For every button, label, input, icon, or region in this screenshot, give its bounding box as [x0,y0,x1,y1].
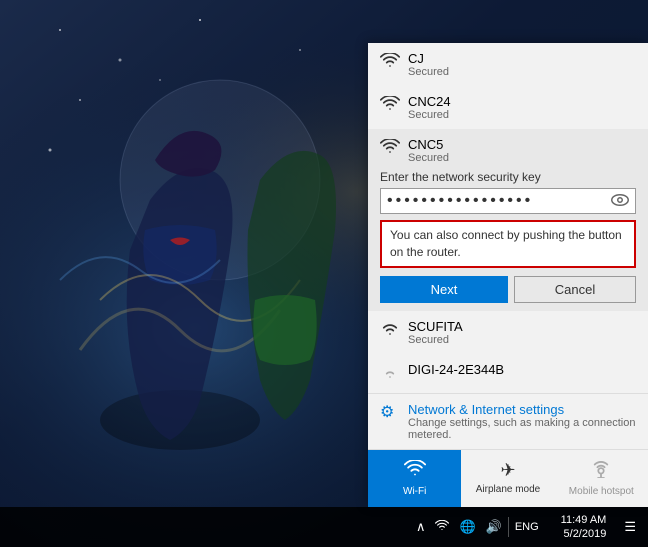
network-info-cnc24: CNC24 Secured [408,94,636,121]
tray-expand-icon[interactable]: ∧ [412,517,430,537]
taskbar-clock[interactable]: 11:49 AM 5/2/2019 [553,513,615,542]
action-buttons: Next Cancel [380,276,636,303]
hotspot-quick-icon [590,460,612,483]
network-info-digi: DIGI-24-2E344B [408,362,636,377]
notification-icon[interactable]: ☰ [620,517,640,537]
cnc5-header-row: CNC5 Secured [380,137,636,164]
taskbar-right: ∧ 🌐 🔊 ENG 11:49 AM 5/2/2019 ☰ [408,507,648,547]
network-settings-info: Network & Internet settings Change setti… [408,402,636,441]
taskbar-date: 5/2/2019 [561,527,607,541]
network-item-scufita[interactable]: SCUFITA Secured [368,311,648,354]
network-item-cj[interactable]: CJ Secured [368,43,648,86]
network-status-cnc5: Secured [408,152,636,164]
password-input-wrapper [380,188,636,214]
next-button[interactable]: Next [380,276,508,303]
network-settings-icon: ⚙ [380,402,400,422]
network-status-cj: Secured [408,66,636,78]
network-item-cnc24[interactable]: CNC24 Secured [368,86,648,129]
password-input[interactable] [387,192,611,210]
tray-separator [508,517,509,537]
taskbar-time: 11:49 AM [561,513,607,527]
wifi-signal-icon-cj [380,53,400,74]
wifi-panel: CJ Secured CNC24 Secured [368,43,648,507]
network-info-cnc5: CNC5 Secured [408,137,636,164]
quick-actions-bar: Wi-Fi ✈ Airplane mode Mobile hotspot [368,449,648,507]
network-name-digi: DIGI-24-2E344B [408,362,636,377]
quick-action-hotspot[interactable]: Mobile hotspot [555,450,648,507]
wifi-signal-icon-cnc24 [380,96,400,117]
quick-action-airplane[interactable]: ✈ Airplane mode [461,450,554,507]
network-name-cj: CJ [408,51,636,66]
wps-hint-box: You can also connect by pushing the butt… [380,220,636,268]
network-settings-desc: Change settings, such as making a connec… [408,417,636,441]
tray-language[interactable]: ENG [511,519,543,535]
security-key-label: Enter the network security key [380,170,636,184]
network-settings-title: Network & Internet settings [408,402,636,417]
wifi-signal-icon-cnc5 [380,139,400,160]
network-name-scufita: SCUFITA [408,319,636,334]
network-name-cnc5: CNC5 [408,137,636,152]
network-status-cnc24: Secured [408,109,636,121]
network-name-cnc24: CNC24 [408,94,636,109]
wifi-signal-icon-scufita [380,321,400,342]
wps-hint-text: You can also connect by pushing the butt… [390,228,622,259]
wifi-quick-label: Wi-Fi [403,486,426,497]
tray-globe-icon[interactable]: 🌐 [455,517,479,537]
wifi-signal-icon-digi [380,364,400,385]
network-info-scufita: SCUFITA Secured [408,319,636,346]
taskbar: ∧ 🌐 🔊 ENG 11:49 AM 5/2/2019 ☰ [0,507,648,547]
system-tray: ∧ 🌐 🔊 ENG [408,507,547,547]
airplane-quick-label: Airplane mode [476,484,540,495]
network-item-digi[interactable]: DIGI-24-2E344B [368,354,648,393]
quick-action-wifi[interactable]: Wi-Fi [368,450,461,507]
network-item-cnc5-expanded: CNC5 Secured Enter the network security … [368,129,648,311]
tray-wifi-icon[interactable] [431,518,453,537]
cancel-button[interactable]: Cancel [514,276,636,303]
wifi-quick-icon [404,460,426,483]
network-settings-item[interactable]: ⚙ Network & Internet settings Change set… [368,394,648,449]
show-password-icon[interactable] [611,193,629,210]
network-info-cj: CJ Secured [408,51,636,78]
tray-volume-icon[interactable]: 🔊 [482,517,506,537]
hotspot-quick-label: Mobile hotspot [569,486,634,497]
network-status-scufita: Secured [408,334,636,346]
airplane-quick-icon: ✈ [500,460,515,481]
